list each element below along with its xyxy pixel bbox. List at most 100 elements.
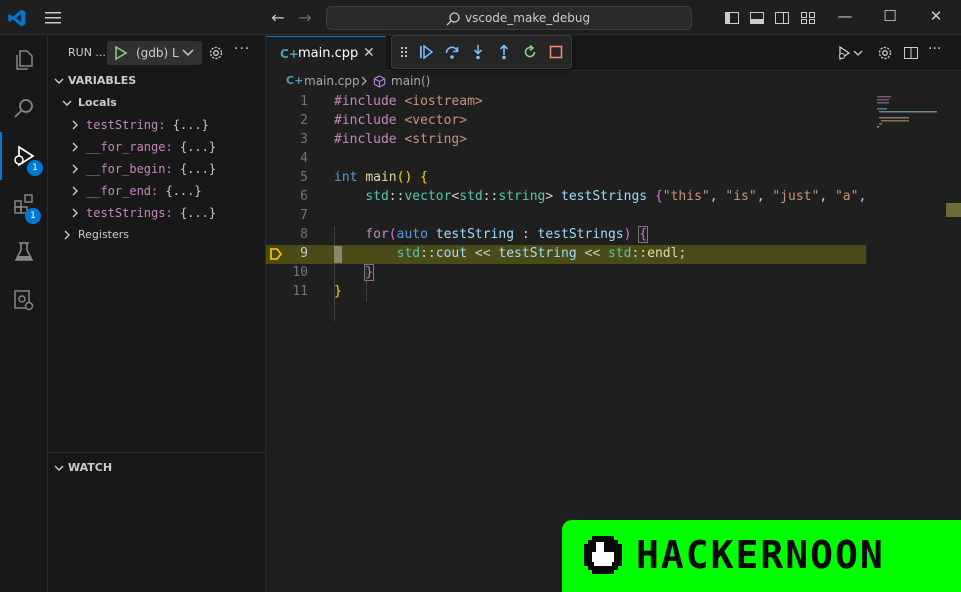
- chevron-right-icon: [72, 120, 78, 130]
- run-debug-title: RUN ...: [68, 46, 106, 59]
- tab-label: main.cpp: [298, 46, 359, 61]
- continue-icon[interactable]: [418, 44, 434, 60]
- variables-title: VARIABLES: [68, 74, 137, 87]
- variable-name: __for_begin:: [86, 162, 173, 176]
- maximize-icon[interactable]: ☐: [878, 7, 902, 27]
- variable-row[interactable]: __for_begin: {...}: [48, 158, 266, 180]
- split-editor-icon[interactable]: [903, 45, 919, 61]
- chevron-down-icon[interactable]: [853, 45, 863, 61]
- toggle-secondary-sidebar-icon[interactable]: [774, 10, 790, 26]
- vertical-scrollbar[interactable]: [946, 93, 961, 592]
- vscode-logo-icon: [8, 9, 26, 27]
- variable-value: {...}: [172, 118, 209, 132]
- line-number: 5: [300, 170, 308, 185]
- forward-icon[interactable]: →: [296, 9, 314, 27]
- stop-icon[interactable]: [548, 44, 564, 60]
- chevron-down-icon: [182, 49, 194, 57]
- extensions-activity[interactable]: 1: [0, 180, 48, 228]
- remote-explorer-icon: [14, 290, 34, 311]
- drag-handle-icon[interactable]: [399, 44, 409, 60]
- code-line: 10 }: [266, 264, 866, 283]
- toggle-panel-icon[interactable]: [749, 10, 765, 26]
- variable-row[interactable]: testString: {...}: [48, 114, 266, 136]
- variables-section-header[interactable]: VARIABLES: [48, 70, 266, 92]
- code-text: #include <iostream>: [334, 94, 483, 109]
- code-text: std::vector<std::string> testStrings {"t…: [365, 189, 882, 204]
- watermark-text: HACKERNOON: [636, 533, 885, 577]
- chevron-down-icon: [54, 465, 64, 471]
- line-number: 7: [300, 208, 308, 223]
- code-text: }: [334, 284, 342, 299]
- registers-scope[interactable]: Registers: [48, 224, 266, 246]
- menu-icon[interactable]: [44, 10, 62, 26]
- variable-name: __for_end:: [86, 184, 159, 198]
- code-line: 1 #include <iostream>: [266, 93, 866, 112]
- step-out-icon[interactable]: [496, 44, 512, 60]
- line-number: 9: [300, 246, 308, 261]
- locals-scope[interactable]: Locals: [48, 92, 266, 114]
- code-text: #include <string>: [334, 132, 468, 147]
- chevron-right-icon: [72, 164, 78, 174]
- tab-main-cpp[interactable]: C+ main.cpp ✕: [266, 36, 386, 71]
- line-number: 3: [300, 132, 308, 147]
- variable-row[interactable]: testStrings: {...}: [48, 202, 266, 224]
- hackernoon-watermark: HACKERNOON: [562, 520, 961, 592]
- code-line: 2 #include <vector>: [266, 112, 866, 131]
- close-window-icon[interactable]: ✕: [924, 7, 948, 27]
- code-line: 11 }: [266, 283, 866, 302]
- search-icon: [446, 12, 460, 26]
- code-line: 7: [266, 207, 866, 226]
- search-activity[interactable]: [0, 84, 48, 132]
- scrollbar-current-line-marker: [946, 203, 961, 217]
- gear-icon[interactable]: [208, 45, 224, 61]
- start-debugging-icon[interactable]: [114, 46, 128, 60]
- code-text: #include <vector>: [334, 113, 468, 128]
- restart-icon[interactable]: [522, 44, 538, 60]
- back-icon[interactable]: ←: [269, 9, 287, 27]
- debug-config-name: (gdb) L: [136, 46, 179, 60]
- close-tab-icon[interactable]: ✕: [363, 45, 375, 61]
- customize-layout-icon[interactable]: [800, 10, 816, 26]
- locals-label: Locals: [78, 96, 117, 109]
- code-text: for(auto testString : testStrings) {: [365, 226, 649, 243]
- run-debug-sidebar: RUN ... (gdb) L ··· VARIABLES Locals tes…: [48, 36, 266, 592]
- symbol-method-icon: [373, 75, 386, 88]
- remote-activity[interactable]: [0, 276, 48, 324]
- step-into-icon[interactable]: [470, 44, 486, 60]
- chevron-right-icon: [64, 230, 70, 240]
- title-bar: ← → vscode_make_debug — ☐ ✕: [0, 0, 961, 35]
- minimize-icon[interactable]: —: [833, 7, 857, 27]
- extensions-badge: 1: [25, 208, 41, 224]
- chevron-down-icon: [62, 100, 72, 106]
- testing-activity[interactable]: [0, 228, 48, 276]
- run-debug-file-icon[interactable]: [837, 45, 853, 61]
- breadcrumb-file[interactable]: main.cpp: [304, 74, 360, 88]
- variable-name: testString:: [86, 118, 166, 132]
- tab-bar: C+ main.cpp ✕ ···: [266, 36, 961, 71]
- breadcrumb-symbol[interactable]: main(): [391, 74, 430, 88]
- chevron-right-icon: [72, 208, 78, 218]
- command-center-search[interactable]: vscode_make_debug: [326, 6, 692, 30]
- breadcrumb: C+ main.cpp main(): [266, 71, 961, 93]
- watch-section: WATCH: [48, 452, 266, 474]
- activity-bar: 1 1: [0, 36, 48, 592]
- registers-label: Registers: [78, 228, 130, 241]
- cpp-file-icon: C+: [280, 47, 299, 61]
- line-number: 8: [300, 227, 308, 242]
- run-debug-activity[interactable]: 1: [0, 132, 48, 180]
- more-actions-icon[interactable]: ···: [234, 41, 250, 57]
- explorer-activity[interactable]: [0, 36, 48, 84]
- code-text: std::cout << testString << std::endl;: [396, 246, 687, 261]
- variable-row[interactable]: __for_end: {...}: [48, 180, 266, 202]
- debug-config-dropdown[interactable]: (gdb) L: [107, 41, 202, 65]
- minimap[interactable]: [866, 93, 946, 592]
- toggle-primary-sidebar-icon[interactable]: [724, 10, 740, 26]
- gear-icon[interactable]: [877, 45, 893, 61]
- line-number: 1: [300, 94, 308, 109]
- variable-row[interactable]: __for_range: {...}: [48, 136, 266, 158]
- more-actions-icon[interactable]: ···: [928, 41, 944, 57]
- step-over-icon[interactable]: [444, 44, 460, 60]
- editor-group: C+ main.cpp ✕ ··· C+ main.cpp main() 1 #…: [266, 36, 961, 592]
- code-editor[interactable]: 1 #include <iostream> 2 #include <vector…: [266, 93, 882, 592]
- watch-section-header[interactable]: WATCH: [48, 457, 266, 479]
